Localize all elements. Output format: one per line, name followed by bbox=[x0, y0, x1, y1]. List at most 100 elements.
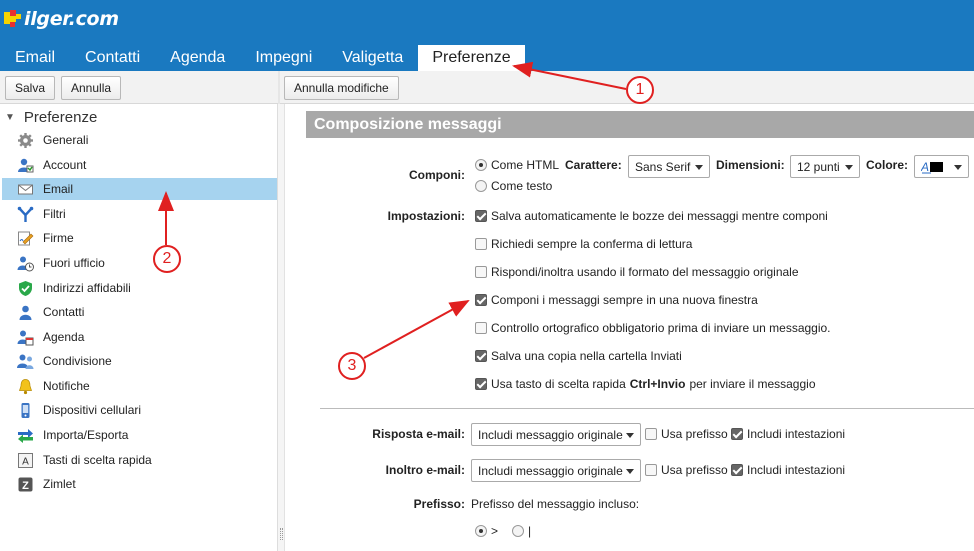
cancel-button[interactable]: Annulla bbox=[61, 76, 122, 100]
logo[interactable]: ilger.com bbox=[4, 8, 119, 30]
prefix-gt-radio[interactable] bbox=[475, 525, 487, 537]
forward-include-headers-checkbox[interactable] bbox=[731, 464, 743, 476]
logo-text: ilger.com bbox=[24, 8, 119, 30]
prefix-pipe-radio[interactable] bbox=[512, 525, 524, 537]
sidebar-item-account[interactable]: Account bbox=[2, 154, 277, 176]
shortcut-prefix-text: Usa tasto di scelta rapida bbox=[491, 377, 626, 391]
sidebar-item-contatti[interactable]: Contatti bbox=[2, 301, 277, 323]
chevron-down-icon bbox=[626, 433, 634, 438]
size-select[interactable]: 12 punti bbox=[790, 155, 860, 178]
panel-splitter[interactable] bbox=[278, 104, 285, 551]
compose-label: Componi: bbox=[409, 168, 465, 182]
save-button[interactable]: Salva bbox=[5, 76, 56, 100]
app-tabs: Email Contatti Agenda Impegni Valigetta … bbox=[0, 45, 525, 71]
sidebar-item-agenda[interactable]: Agenda bbox=[2, 326, 277, 348]
callout-1: 1 bbox=[626, 76, 654, 104]
setting-compose-new-window[interactable]: Componi i messaggi sempre in una nuova f… bbox=[475, 293, 758, 307]
sidebar-item-fuori-ufficio[interactable]: Fuori ufficio bbox=[2, 252, 277, 274]
prefix-label: Prefisso: bbox=[413, 497, 465, 511]
tab-impegni[interactable]: Impegni bbox=[240, 45, 327, 71]
splitter-grip-icon[interactable] bbox=[280, 528, 283, 540]
calendar-icon bbox=[17, 329, 34, 346]
svg-text:Z: Z bbox=[22, 480, 29, 492]
sidebar-item-label: Generali bbox=[43, 133, 89, 147]
font-select-value: Sans Serif bbox=[635, 159, 691, 174]
sidebar-item-firme[interactable]: Firme bbox=[2, 227, 277, 249]
prefix-gt-label: > bbox=[491, 524, 499, 538]
reply-include-headers[interactable]: Includi intestazioni bbox=[731, 427, 845, 441]
prefix-gt-option[interactable]: > bbox=[475, 524, 498, 538]
sidebar-item-indirizzi-affidabili[interactable]: Indirizzi affidabili bbox=[2, 277, 277, 299]
sidebar-item-filtri[interactable]: Filtri bbox=[2, 203, 277, 225]
filter-icon bbox=[17, 206, 34, 223]
forward-include-select[interactable]: Includi messaggio originale bbox=[471, 459, 641, 482]
chevron-down-icon bbox=[626, 469, 634, 474]
setting-text: Controllo ortografico obbligatorio prima… bbox=[491, 321, 831, 335]
setting-checkbox[interactable] bbox=[475, 238, 487, 250]
compose-html-option[interactable]: Come HTML bbox=[475, 158, 559, 172]
top-header: ilger.com Email Contatti Agenda Impegni … bbox=[0, 0, 974, 71]
shortcut-suffix-text: per inviare il messaggio bbox=[689, 377, 816, 391]
sidebar-item-importa-esporta[interactable]: Importa/Esporta bbox=[2, 424, 277, 446]
sidebar-item-generali[interactable]: Generali bbox=[2, 129, 277, 151]
mobile-icon bbox=[17, 402, 34, 419]
setting-read-receipt[interactable]: Richiedi sempre la conferma di lettura bbox=[475, 237, 692, 251]
tab-valigetta[interactable]: Valigetta bbox=[327, 45, 418, 71]
size-label: Dimensioni: bbox=[716, 158, 785, 172]
setting-checkbox[interactable] bbox=[475, 294, 487, 306]
signature-icon bbox=[17, 230, 34, 247]
font-select[interactable]: Sans Serif bbox=[628, 155, 710, 178]
setting-text: Salva una copia nella cartella Inviati bbox=[491, 349, 682, 363]
keyboard-icon: A bbox=[17, 452, 34, 469]
tab-contatti[interactable]: Contatti bbox=[70, 45, 155, 71]
setting-checkbox[interactable] bbox=[475, 350, 487, 362]
setting-autosave-drafts[interactable]: Salva automaticamente le bozze dei messa… bbox=[475, 209, 828, 223]
forward-include-headers[interactable]: Includi intestazioni bbox=[731, 463, 845, 477]
sidebar-item-zimlet[interactable]: Z Zimlet bbox=[2, 473, 277, 495]
setting-save-sent[interactable]: Salva una copia nella cartella Inviati bbox=[475, 349, 682, 363]
undo-changes-button[interactable]: Annulla modifiche bbox=[284, 76, 399, 100]
setting-spellcheck[interactable]: Controllo ortografico obbligatorio prima… bbox=[475, 321, 831, 335]
forward-use-prefix[interactable]: Usa prefisso bbox=[645, 463, 728, 477]
sidebar-item-condivisione[interactable]: Condivisione bbox=[2, 350, 277, 372]
sidebar-item-email[interactable]: Email bbox=[2, 178, 277, 200]
sidebar-header-label: Preferenze bbox=[23, 108, 98, 126]
sidebar-item-dispositivi-cellulari[interactable]: Dispositivi cellulari bbox=[2, 399, 277, 421]
app-window: ilger.com Email Contatti Agenda Impegni … bbox=[0, 0, 974, 551]
section-divider bbox=[320, 408, 974, 409]
sidebar-item-notifiche[interactable]: Notifiche bbox=[2, 375, 277, 397]
tab-email[interactable]: Email bbox=[0, 45, 70, 71]
forward-use-prefix-checkbox[interactable] bbox=[645, 464, 657, 476]
compose-text-option[interactable]: Come testo bbox=[475, 179, 552, 193]
reply-use-prefix-checkbox[interactable] bbox=[645, 428, 657, 440]
compose-text-radio[interactable] bbox=[475, 180, 487, 192]
collapse-triangle-icon[interactable]: ▼ bbox=[5, 112, 15, 123]
shield-icon bbox=[17, 280, 34, 297]
size-select-value: 12 punti bbox=[797, 159, 840, 174]
zimlet-icon: Z bbox=[17, 476, 34, 493]
setting-shortcut-send[interactable]: Usa tasto di scelta rapida Ctrl+Invio pe… bbox=[475, 377, 816, 391]
sidebar-item-tasti-di-scelta-rapida[interactable]: A Tasti di scelta rapida bbox=[2, 449, 277, 471]
setting-checkbox[interactable] bbox=[475, 378, 487, 390]
section-title: Composizione messaggi bbox=[306, 111, 974, 138]
sidebar-item-label: Agenda bbox=[43, 330, 85, 344]
reply-include-select[interactable]: Includi messaggio originale bbox=[471, 423, 641, 446]
svg-text:A: A bbox=[22, 456, 29, 467]
reply-include-headers-checkbox[interactable] bbox=[731, 428, 743, 440]
contact-icon bbox=[17, 304, 34, 321]
compose-html-radio[interactable] bbox=[475, 159, 487, 171]
color-picker[interactable]: A bbox=[914, 155, 969, 178]
prefix-pipe-option[interactable]: | bbox=[512, 524, 531, 538]
setting-checkbox[interactable] bbox=[475, 322, 487, 334]
sidebar-header[interactable]: ▼ Preferenze bbox=[5, 107, 97, 127]
tab-agenda[interactable]: Agenda bbox=[155, 45, 240, 71]
setting-checkbox[interactable] bbox=[475, 266, 487, 278]
reply-use-prefix[interactable]: Usa prefisso bbox=[645, 427, 728, 441]
setting-text: Componi i messaggi sempre in una nuova f… bbox=[491, 293, 758, 307]
setting-checkbox[interactable] bbox=[475, 210, 487, 222]
setting-reply-original-format[interactable]: Rispondi/inoltra usando il formato del m… bbox=[475, 265, 799, 279]
tab-preferenze[interactable]: Preferenze bbox=[418, 45, 525, 71]
reply-use-prefix-label: Usa prefisso bbox=[661, 427, 728, 441]
sidebar-item-label: Tasti di scelta rapida bbox=[43, 453, 152, 467]
account-icon bbox=[17, 157, 34, 174]
